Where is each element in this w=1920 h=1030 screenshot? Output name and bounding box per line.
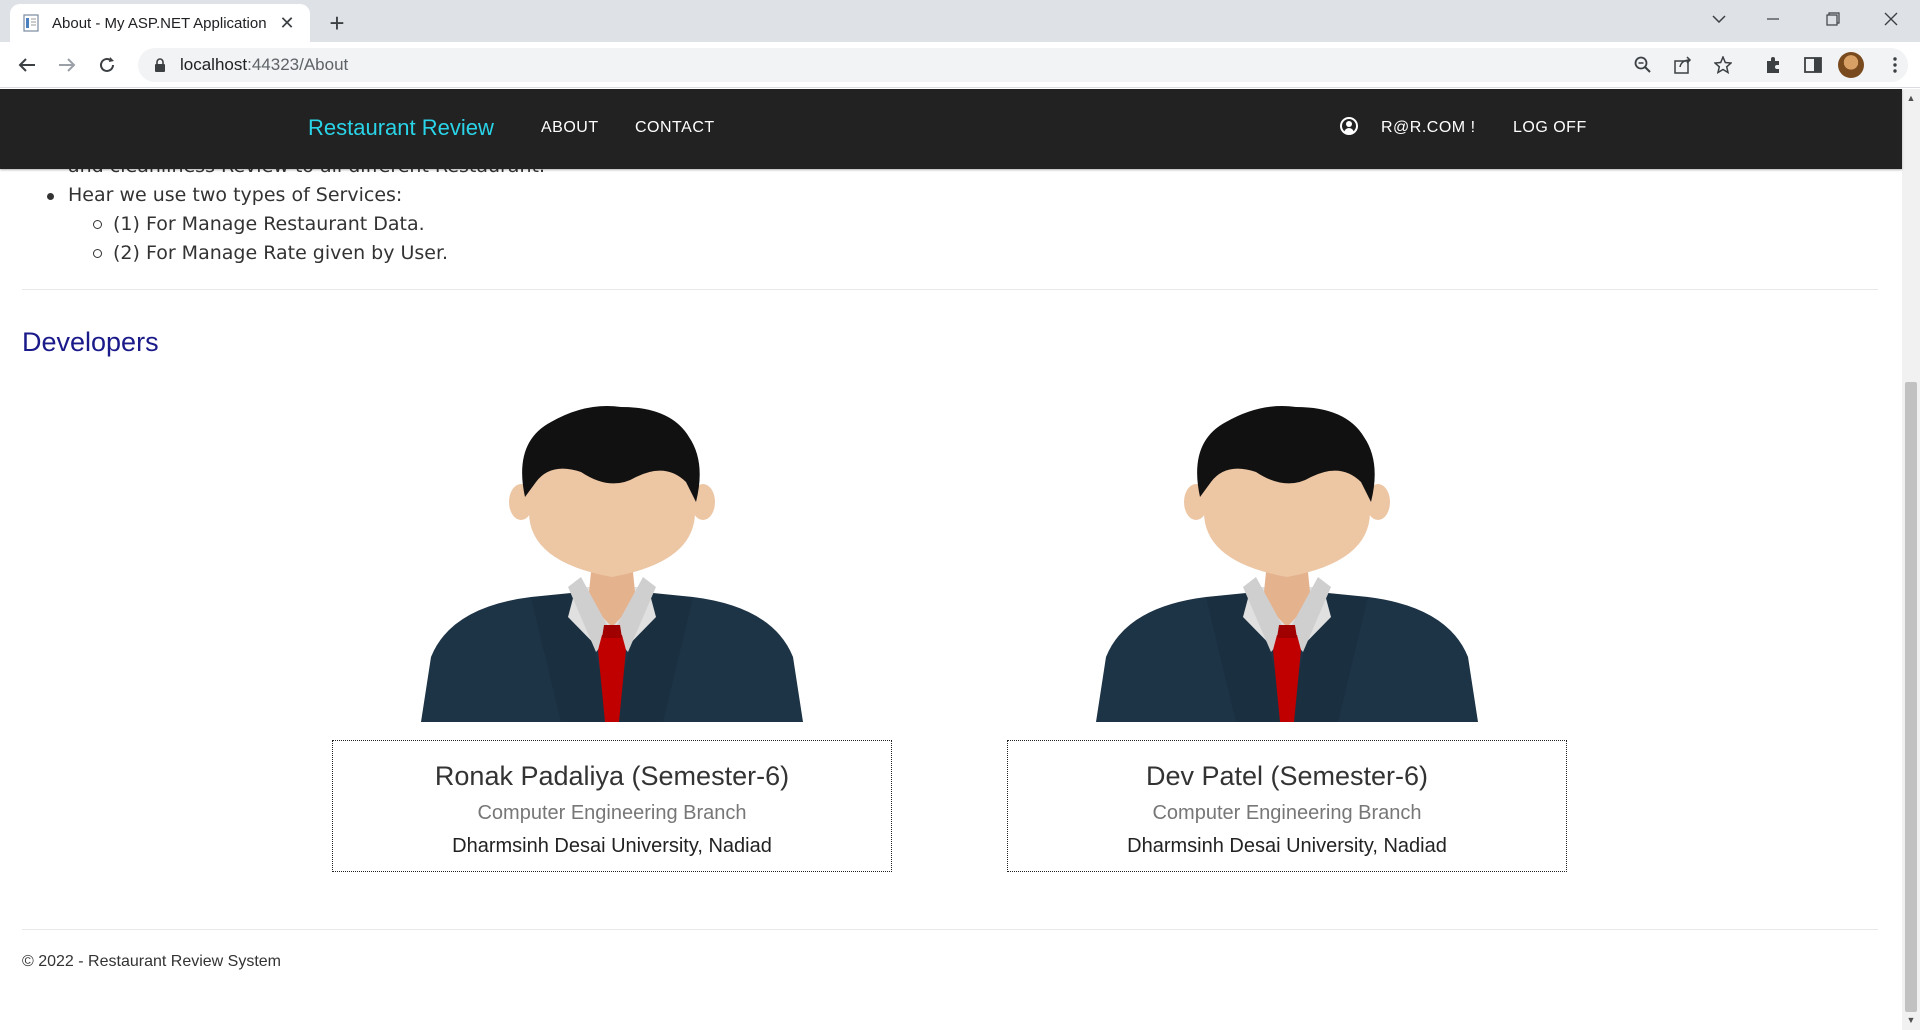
plus-icon[interactable]: +	[322, 8, 352, 38]
services-intro: Hear we use two types of Services:	[46, 181, 448, 210]
minimize-icon[interactable]	[1750, 0, 1796, 38]
scroll-up-icon[interactable]: ▲	[1906, 93, 1916, 103]
developer-name: Dev Patel (Semester-6)	[1145, 761, 1429, 791]
developer-avatar-icon	[1096, 406, 1478, 722]
restore-icon[interactable]	[1810, 0, 1856, 38]
nav-link-about[interactable]: ABOUT	[541, 119, 599, 137]
user-circle-icon	[1340, 117, 1358, 135]
chevron-down-icon[interactable]	[1696, 0, 1742, 38]
developer-university: Dharmsinh Desai University, Nadiad	[1127, 835, 1447, 857]
tab-title: About - My ASP.NET Application	[52, 14, 267, 32]
developer-avatar-icon	[421, 406, 803, 722]
share-icon[interactable]	[1668, 50, 1698, 80]
url-path: :44323/About	[247, 55, 349, 74]
reload-icon[interactable]	[92, 50, 122, 80]
profile-avatar[interactable]	[1838, 52, 1864, 78]
close-window-icon[interactable]	[1868, 0, 1914, 38]
url-host: localhost	[180, 55, 248, 74]
forward-arrow-icon[interactable]	[52, 50, 82, 80]
extensions-icon[interactable]	[1758, 50, 1788, 80]
developer-branch: Computer Engineering Branch	[477, 802, 747, 824]
developers-heading: Developers	[22, 327, 159, 357]
sidepanel-icon[interactable]	[1798, 50, 1828, 80]
developer-card: Ronak Padaliya (Semester-6) Computer Eng…	[332, 740, 892, 872]
developer-card: Dev Patel (Semester-6) Computer Engineer…	[1007, 740, 1567, 872]
page-viewport: and cleanliness Review to all different …	[0, 89, 1920, 1030]
back-arrow-icon[interactable]	[12, 50, 42, 80]
browser-toolbar: localhost:44323/About	[0, 42, 1920, 88]
scroll-down-icon[interactable]: ▼	[1906, 1015, 1916, 1025]
logoff-link[interactable]: LOG OFF	[1513, 119, 1587, 137]
page-content: and cleanliness Review to all different …	[0, 89, 1902, 1030]
browser-tab[interactable]: About - My ASP.NET Application ✕	[10, 4, 310, 42]
menu-icon[interactable]	[1880, 50, 1910, 80]
nav-link-contact[interactable]: CONTACT	[635, 119, 715, 137]
developer-name: Ronak Padaliya (Semester-6)	[434, 761, 790, 791]
browser-tabstrip: About - My ASP.NET Application ✕ +	[0, 0, 1920, 42]
service-item: (1) For Manage Restaurant Data.	[92, 210, 448, 239]
footer-text: © 2022 - Restaurant Review System	[22, 953, 282, 970]
page-icon	[22, 14, 40, 32]
services-list: Hear we use two types of Services: (1) F…	[46, 181, 448, 268]
developer-university: Dharmsinh Desai University, Nadiad	[452, 835, 772, 857]
divider	[22, 929, 1878, 930]
close-icon[interactable]: ✕	[276, 12, 298, 34]
service-item: (2) For Manage Rate given by User.	[92, 239, 448, 268]
page-scrollbar[interactable]: ▲ ▼	[1902, 89, 1920, 1030]
divider	[22, 289, 1878, 290]
user-account-link[interactable]: R@R.COM !	[1381, 119, 1476, 137]
developer-branch: Computer Engineering Branch	[1152, 802, 1422, 824]
lock-icon[interactable]	[154, 57, 166, 73]
brand-link[interactable]: Restaurant Review	[308, 115, 494, 141]
zoom-icon[interactable]	[1628, 50, 1658, 80]
star-icon[interactable]	[1708, 50, 1738, 80]
site-navbar: Restaurant Review ABOUT CONTACT R@R.COM …	[0, 89, 1902, 169]
scroll-thumb[interactable]	[1905, 382, 1917, 1012]
